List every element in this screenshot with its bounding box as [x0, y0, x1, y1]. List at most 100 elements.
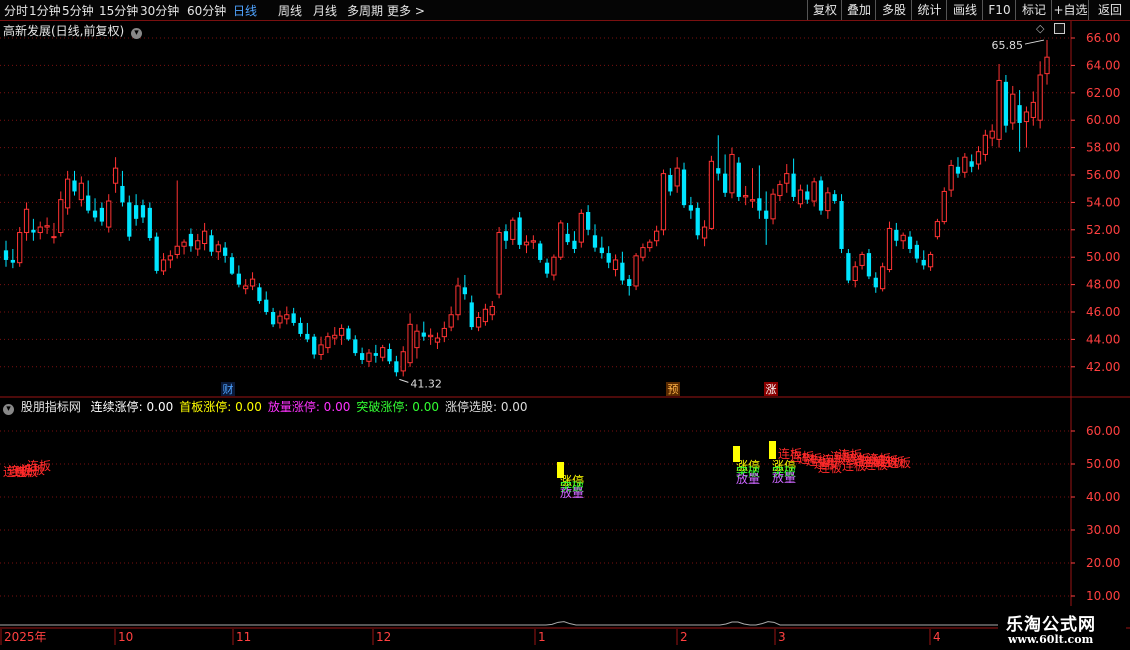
candle-body [120, 185, 125, 203]
watermark-title: 乐淘公式网 [1006, 615, 1096, 635]
candle-body [886, 227, 893, 271]
price-tick-label: 58.00 [1086, 141, 1120, 155]
candle-body [996, 79, 1002, 140]
signal-lianban: 连板 [818, 460, 842, 475]
candle-body [695, 207, 700, 236]
candle-body [72, 180, 77, 192]
candle-body [586, 211, 591, 230]
candle-body [44, 225, 50, 228]
period-toolbar: 分时 1分钟 5分钟 15分钟 30分钟 60分钟 日线 周线 月线 多周期 更多 > 复权 叠加 多股… [0, 0, 1130, 21]
candle-body [407, 323, 413, 364]
event-marker-1: 预 [668, 383, 679, 396]
price-tick-label: 52.00 [1086, 223, 1120, 237]
chevron-down-icon[interactable]: ▾ [131, 28, 143, 39]
period-tab-5[interactable]: 60分钟 [187, 2, 226, 19]
kline-chart-area[interactable]: 66.00 64.00 62.00 60.00 58.00 56.00 54.00 52.00… [0, 21, 1130, 650]
candle-body [975, 151, 982, 165]
toolbar-button-6[interactable]: 标记 [1015, 0, 1052, 20]
candle-body [37, 226, 43, 234]
candle-body [969, 161, 974, 167]
period-tab-0[interactable]: 分时 [4, 2, 28, 19]
candle-body [654, 230, 660, 242]
candle-body [927, 253, 934, 268]
toolbar-button-8[interactable]: 返回 [1088, 0, 1130, 20]
candle-body [23, 208, 30, 234]
candle-body [195, 240, 201, 250]
indicator-tick-label: 30.00 [1086, 523, 1120, 537]
event-marker-2: 涨 [766, 383, 777, 396]
toolbar-button-7[interactable]: +自选 [1051, 0, 1089, 20]
indicator-value-1: 首板涨停: 0.00 [179, 400, 262, 414]
candle-body [353, 339, 358, 354]
candle-body [846, 253, 851, 281]
indicator-tick-label: 20.00 [1086, 556, 1120, 570]
indicator-values: 连续涨停: 0.00 首板涨停: 0.00 放量涨停: 0.00 突破涨停: 0.00… [85, 400, 528, 414]
candle-body [941, 190, 947, 223]
candle-body [914, 244, 919, 259]
period-tab-7[interactable]: 周线 [278, 2, 302, 19]
candle-body [243, 285, 249, 290]
period-tab-9[interactable]: 多周期 [347, 2, 383, 19]
toolbar-button-2[interactable]: 多股 [875, 0, 912, 20]
candle-body [708, 160, 715, 229]
candle-body [58, 199, 64, 234]
candle-body [305, 333, 310, 340]
candle-body [606, 253, 611, 263]
signal-fangliang: 放量 [736, 471, 760, 486]
candle-body [934, 221, 941, 238]
candle-body [482, 308, 489, 323]
candle-body [1023, 111, 1030, 123]
candle-body [805, 191, 810, 200]
candle-body [633, 255, 639, 287]
period-tab-2[interactable]: 5分钟 [62, 2, 94, 19]
candle-body [160, 259, 167, 272]
maximize-icon[interactable] [1054, 23, 1065, 34]
period-tab-8[interactable]: 月线 [313, 2, 337, 19]
candle-body [620, 262, 625, 281]
candle-body [92, 210, 98, 218]
candle-body [1030, 101, 1036, 118]
candle-body [510, 219, 516, 240]
diamond-icon[interactable]: ◇ [1036, 22, 1044, 35]
candle-body [668, 175, 673, 192]
candle-body [229, 257, 235, 274]
period-tab-4[interactable]: 30分钟 [140, 2, 179, 19]
candle-body [640, 247, 646, 258]
toolbar-button-1[interactable]: 叠加 [841, 0, 876, 20]
candle-body [127, 202, 132, 237]
candle-body [565, 233, 570, 243]
candle-body [674, 167, 680, 187]
candle-body [373, 353, 378, 356]
candle-body [839, 201, 844, 249]
candle-body [1010, 93, 1016, 124]
candle-body [647, 241, 653, 249]
toolbar-button-0[interactable]: 复权 [807, 0, 842, 20]
signal-lianban: 连板 [864, 457, 888, 472]
candle-body [880, 266, 886, 290]
candle-body [907, 236, 913, 249]
signal-lianban: 连板 [21, 462, 45, 477]
low-marker-line [399, 378, 409, 383]
low-price-label: 41.32 [410, 377, 442, 390]
toolbar-button-4[interactable]: 画线 [946, 0, 983, 20]
candle-body [270, 312, 276, 325]
period-tab-10[interactable]: 更多 > [387, 2, 425, 19]
period-tab-1[interactable]: 1分钟 [29, 2, 61, 19]
toolbar-button-3[interactable]: 统计 [911, 0, 947, 20]
candle-body [627, 279, 632, 286]
candle-body [982, 134, 988, 155]
candle-body [455, 285, 461, 316]
candle-body [236, 273, 241, 285]
date-label: 2 [680, 630, 688, 644]
period-tab-6[interactable]: 日线 [233, 2, 257, 19]
price-tick-label: 66.00 [1086, 31, 1120, 45]
candle-body [523, 241, 530, 246]
indicator-value-4: 涨停选股: 0.00 [444, 400, 528, 414]
price-tick-label: 46.00 [1086, 305, 1120, 319]
price-tick-label: 56.00 [1086, 168, 1120, 182]
period-tab-3[interactable]: 15分钟 [99, 2, 138, 19]
date-label: 12 [376, 630, 391, 644]
chevron-down-icon[interactable]: ▾ [3, 404, 14, 415]
toolbar-button-5[interactable]: F10 [982, 0, 1016, 20]
candle-body [112, 167, 119, 184]
